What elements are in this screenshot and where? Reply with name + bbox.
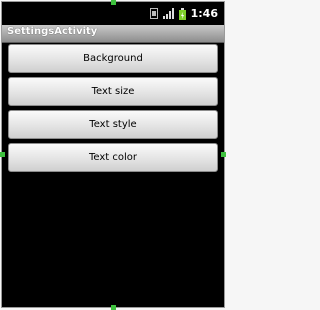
text-color-button[interactable]: Text color — [8, 143, 218, 172]
battery-icon — [178, 7, 186, 20]
selection-handle-bottom[interactable] — [111, 305, 116, 310]
selection-handle-right[interactable] — [221, 152, 226, 157]
selection-handle-top[interactable] — [111, 0, 116, 5]
status-time: 1:46 — [190, 7, 218, 20]
status-bar: 1:46 — [2, 2, 224, 25]
page-title: SettingsActivity — [7, 26, 98, 37]
text-style-button[interactable]: Text style — [8, 110, 218, 139]
signal-icon — [162, 8, 174, 19]
background-button[interactable]: Background — [8, 44, 218, 73]
title-bar: SettingsActivity — [2, 25, 224, 43]
sim-icon — [149, 8, 158, 19]
text-size-button[interactable]: Text size — [8, 77, 218, 106]
selection-handle-left[interactable] — [0, 152, 5, 157]
device-screen: 1:46 SettingsActivity Background Text si… — [1, 1, 225, 308]
